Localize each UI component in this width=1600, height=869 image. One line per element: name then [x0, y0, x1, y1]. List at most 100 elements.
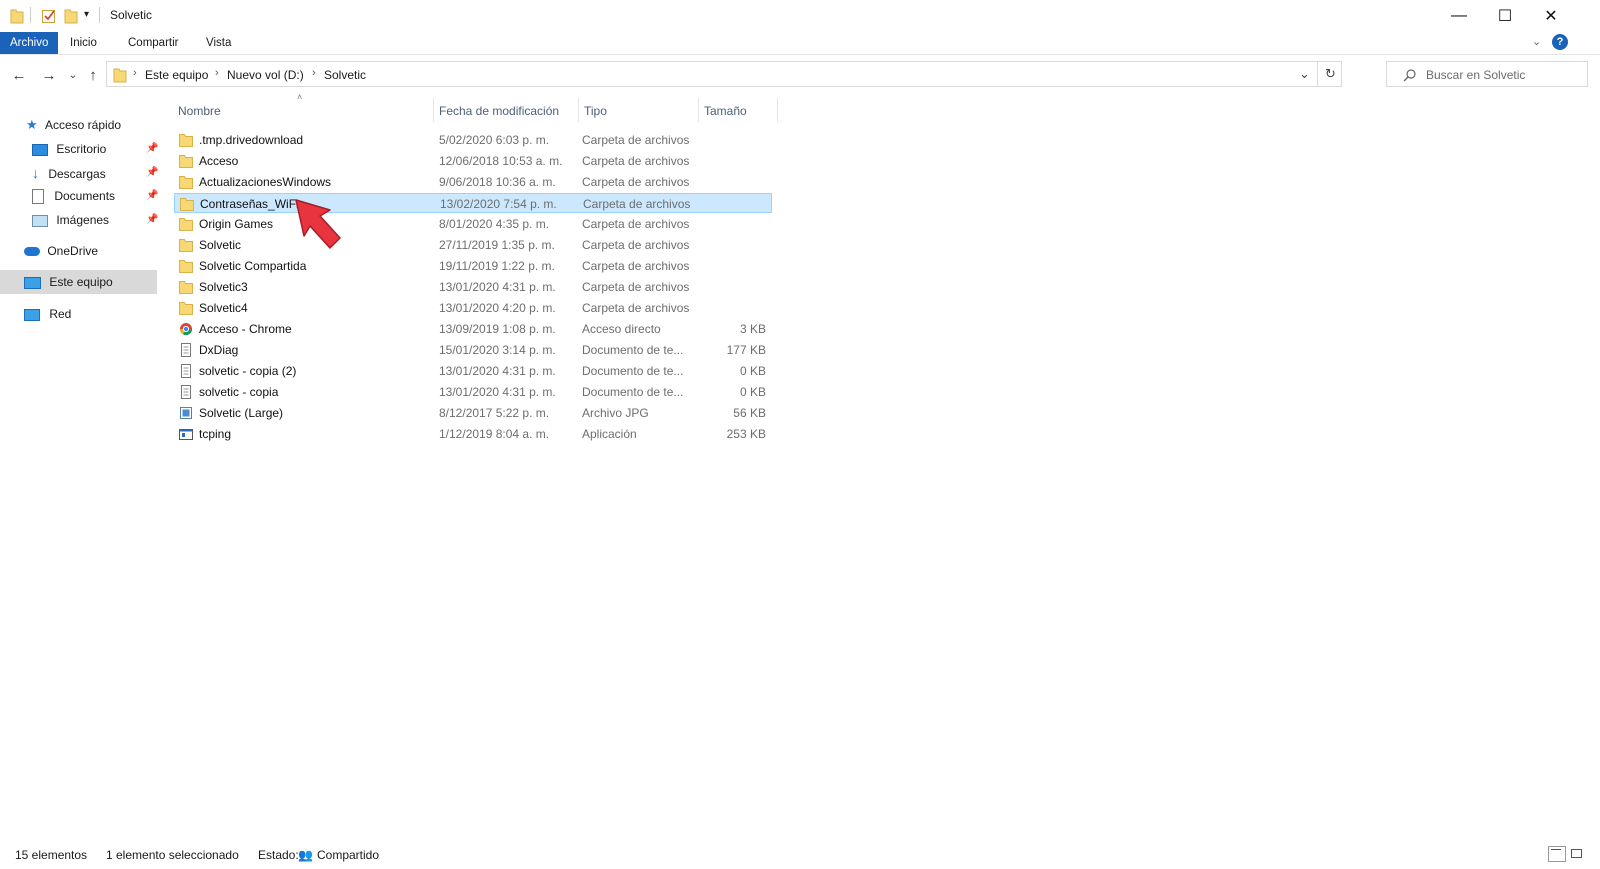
file-row[interactable]: Solvetic3 13/01/2020 4:31 p. m. Carpeta de… — [174, 277, 774, 297]
breadcrumb-separator: › — [215, 67, 219, 79]
status-item-count: 15 elementos — [15, 848, 88, 862]
file-name: Acceso — [199, 154, 239, 168]
breadcrumb-este-equipo[interactable]: Este equipo — [145, 68, 208, 82]
sidebar-item-label: OneDrive — [47, 244, 99, 258]
sidebar-item-label: Documents — [54, 189, 116, 203]
column-divider[interactable] — [433, 98, 434, 122]
image-file-icon — [180, 407, 192, 419]
up-button[interactable]: ↑ — [82, 64, 104, 86]
tab-vista[interactable]: Vista — [196, 32, 241, 54]
column-divider[interactable] — [777, 98, 778, 122]
divider — [1317, 62, 1318, 86]
file-name: Solvetic Compartida — [199, 259, 307, 273]
expand-ribbon-icon[interactable]: ⌄ — [1532, 35, 1541, 48]
file-date: 13/02/2020 7:54 p. m. — [440, 197, 557, 211]
file-row[interactable]: solvetic - copia 13/01/2020 4:31 p. m. Doc… — [174, 382, 774, 402]
column-header-type[interactable]: Tipo — [584, 100, 607, 122]
status-state-value: Compartido — [317, 848, 380, 862]
maximize-button[interactable]: ☐ — [1482, 0, 1528, 32]
file-type: Documento de te... — [582, 385, 684, 399]
file-type: Carpeta de archivos — [582, 280, 690, 294]
sort-ascending-icon: ˄ — [297, 92, 303, 102]
file-row[interactable]: Solvetic (Large) 8/12/2017 5:22 p. m. Arch… — [174, 403, 774, 423]
file-name: solvetic - copia — [199, 385, 279, 399]
search-box[interactable]: Buscar en Solvetic — [1386, 61, 1588, 87]
sidebar-item-documents[interactable]: Documents — [32, 185, 115, 207]
sidebar-item-escritorio[interactable]: Escritorio — [32, 138, 106, 160]
file-type: Carpeta de archivos — [583, 197, 691, 211]
back-button[interactable]: ← — [8, 64, 30, 86]
file-date: 1/12/2019 8:04 a. m. — [439, 427, 550, 441]
column-divider[interactable] — [578, 98, 579, 122]
help-icon[interactable]: ? — [1552, 34, 1568, 50]
large-icons-view-button[interactable] — [1568, 846, 1584, 860]
tab-archivo[interactable]: Archivo — [0, 32, 58, 54]
folder-icon — [179, 281, 193, 294]
customize-toolbar-icon[interactable]: ▾ — [84, 9, 89, 27]
details-view-button[interactable] — [1548, 846, 1566, 862]
new-folder-icon[interactable] — [64, 7, 78, 25]
network-icon — [24, 308, 40, 321]
tab-inicio[interactable]: Inicio — [60, 32, 107, 54]
pin-icon[interactable]: 📌 — [146, 190, 158, 201]
close-icon: ✕ — [1544, 8, 1558, 25]
file-row[interactable]: tcping 1/12/2019 8:04 a. m. Aplicación 253 … — [174, 424, 774, 444]
file-row[interactable]: DxDiag 15/01/2020 3:14 p. m. Documento de … — [174, 340, 774, 360]
file-date: 8/12/2017 5:22 p. m. — [439, 406, 550, 420]
title-bar: ▾ Solvetic — ☐ ✕ — [0, 0, 1600, 32]
address-history-dropdown[interactable]: ⌄ — [1299, 66, 1310, 82]
file-row[interactable]: Acceso 12/06/2018 10:53 a. m. Carpeta de a… — [174, 151, 774, 171]
minimize-button[interactable]: — — [1436, 0, 1482, 32]
file-size: 56 KB — [733, 406, 766, 420]
file-type: Documento de te... — [582, 343, 684, 357]
sidebar-item-label: Este equipo — [49, 275, 113, 289]
file-date: 12/06/2018 10:53 a. m. — [439, 154, 563, 168]
column-header-size[interactable]: Tamaño — [704, 100, 747, 122]
search-input[interactable]: Buscar en Solvetic — [1426, 68, 1525, 82]
file-type: Documento de te... — [582, 364, 684, 378]
properties-icon[interactable] — [41, 7, 57, 25]
file-name: .tmp.drivedownload — [199, 133, 304, 147]
file-row[interactable]: ActualizacionesWindows 9/06/2018 10:36 a.… — [174, 172, 774, 192]
column-header-name[interactable]: Nombre — [178, 100, 221, 122]
recent-locations-button[interactable]: ⌄ — [62, 64, 84, 86]
pin-icon[interactable]: 📌 — [146, 167, 158, 178]
sidebar-item-red[interactable]: Red — [24, 303, 71, 325]
file-row[interactable]: Acceso - Chrome 13/09/2019 1:08 p. m. Acce… — [174, 319, 774, 339]
tab-compartir[interactable]: Compartir — [118, 32, 188, 54]
address-bar[interactable]: › Este equipo › Nuevo vol (D:) › Solveti… — [106, 61, 1342, 87]
file-type: Carpeta de archivos — [582, 238, 690, 252]
document-icon — [32, 189, 44, 205]
file-row[interactable]: Contraseñas_WiFi 13/02/2020 7:54 p. m. Car… — [174, 193, 772, 213]
file-row[interactable]: Solvetic 27/11/2019 1:35 p. m. Carpeta de … — [174, 235, 774, 255]
file-row[interactable]: .tmp.drivedownload 5/02/2020 6:03 p. m. Ca… — [174, 130, 774, 150]
breadcrumb-solvetic[interactable]: Solvetic — [324, 68, 366, 82]
file-row[interactable]: Solvetic Compartida 19/11/2019 1:22 p. m.… — [174, 256, 774, 276]
column-divider[interactable] — [698, 98, 699, 122]
sidebar-item-descargas[interactable]: ↓ Descargas — [32, 162, 106, 184]
divider — [30, 7, 31, 23]
refresh-icon[interactable]: ↻ — [1325, 66, 1336, 82]
file-type: Acceso directo — [582, 322, 661, 336]
file-row[interactable]: Solvetic4 13/01/2020 4:20 p. m. Carpeta de… — [174, 298, 774, 318]
file-row[interactable]: solvetic - copia (2) 13/01/2020 4:31 p. m… — [174, 361, 774, 381]
pin-icon[interactable]: 📌 — [146, 214, 158, 225]
pin-icon[interactable]: 📌 — [146, 143, 158, 154]
sidebar-item-label: Escritorio — [56, 142, 107, 156]
file-row[interactable]: Origin Games 8/01/2020 4:35 p. m. Carpeta … — [174, 214, 774, 234]
sidebar-item-este-equipo[interactable]: Este equipo — [24, 271, 113, 293]
file-name: tcping — [199, 427, 232, 441]
folder-icon — [179, 260, 193, 273]
sidebar-item-acceso-rapido[interactable]: ★ Acceso rápido — [26, 114, 121, 136]
breadcrumb-separator: › — [133, 67, 137, 79]
forward-button[interactable]: → — [38, 64, 60, 86]
close-button[interactable]: ✕ — [1528, 0, 1574, 32]
column-header-date[interactable]: Fecha de modificación — [439, 100, 559, 122]
sidebar-item-onedrive[interactable]: OneDrive — [24, 240, 98, 262]
sidebar-item-imagenes[interactable]: Imágenes — [32, 209, 109, 231]
file-name: Solvetic3 — [199, 280, 248, 294]
text-file-icon — [181, 364, 191, 378]
breadcrumb-nuevo-vol[interactable]: Nuevo vol (D:) — [227, 68, 304, 82]
sidebar-item-label: Acceso rápido — [45, 118, 122, 132]
file-date: 13/01/2020 4:31 p. m. — [439, 385, 556, 399]
